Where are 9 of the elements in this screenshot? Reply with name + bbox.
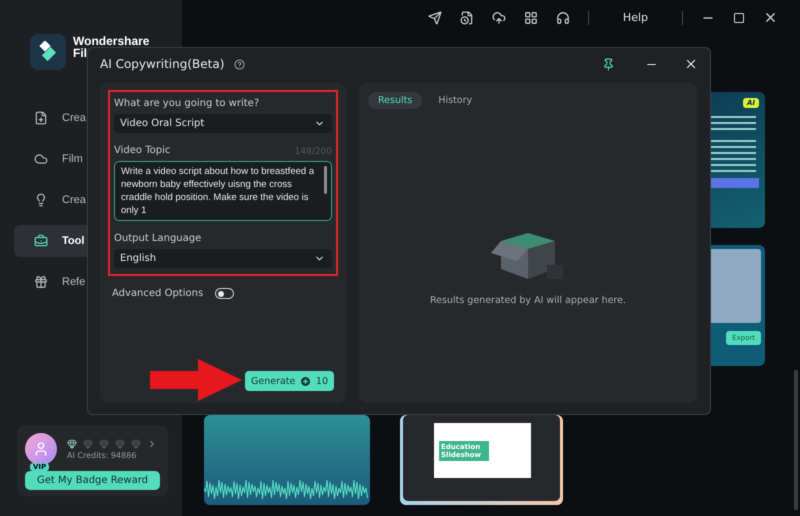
brand-name: Wondershare bbox=[73, 35, 150, 47]
dialog-title: AI Copywriting(Beta) bbox=[100, 57, 224, 71]
field-label: Video Topic bbox=[114, 145, 170, 156]
field-label: Output Language bbox=[114, 233, 202, 244]
field-label: What are you going to write? bbox=[114, 98, 260, 109]
field-label: Advanced Options bbox=[112, 288, 204, 299]
empty-state-text: Results generated by AI will appear here. bbox=[430, 295, 626, 306]
credits-text: AI Credits: 94886 bbox=[67, 450, 138, 460]
brand-name: Fil bbox=[73, 47, 87, 59]
